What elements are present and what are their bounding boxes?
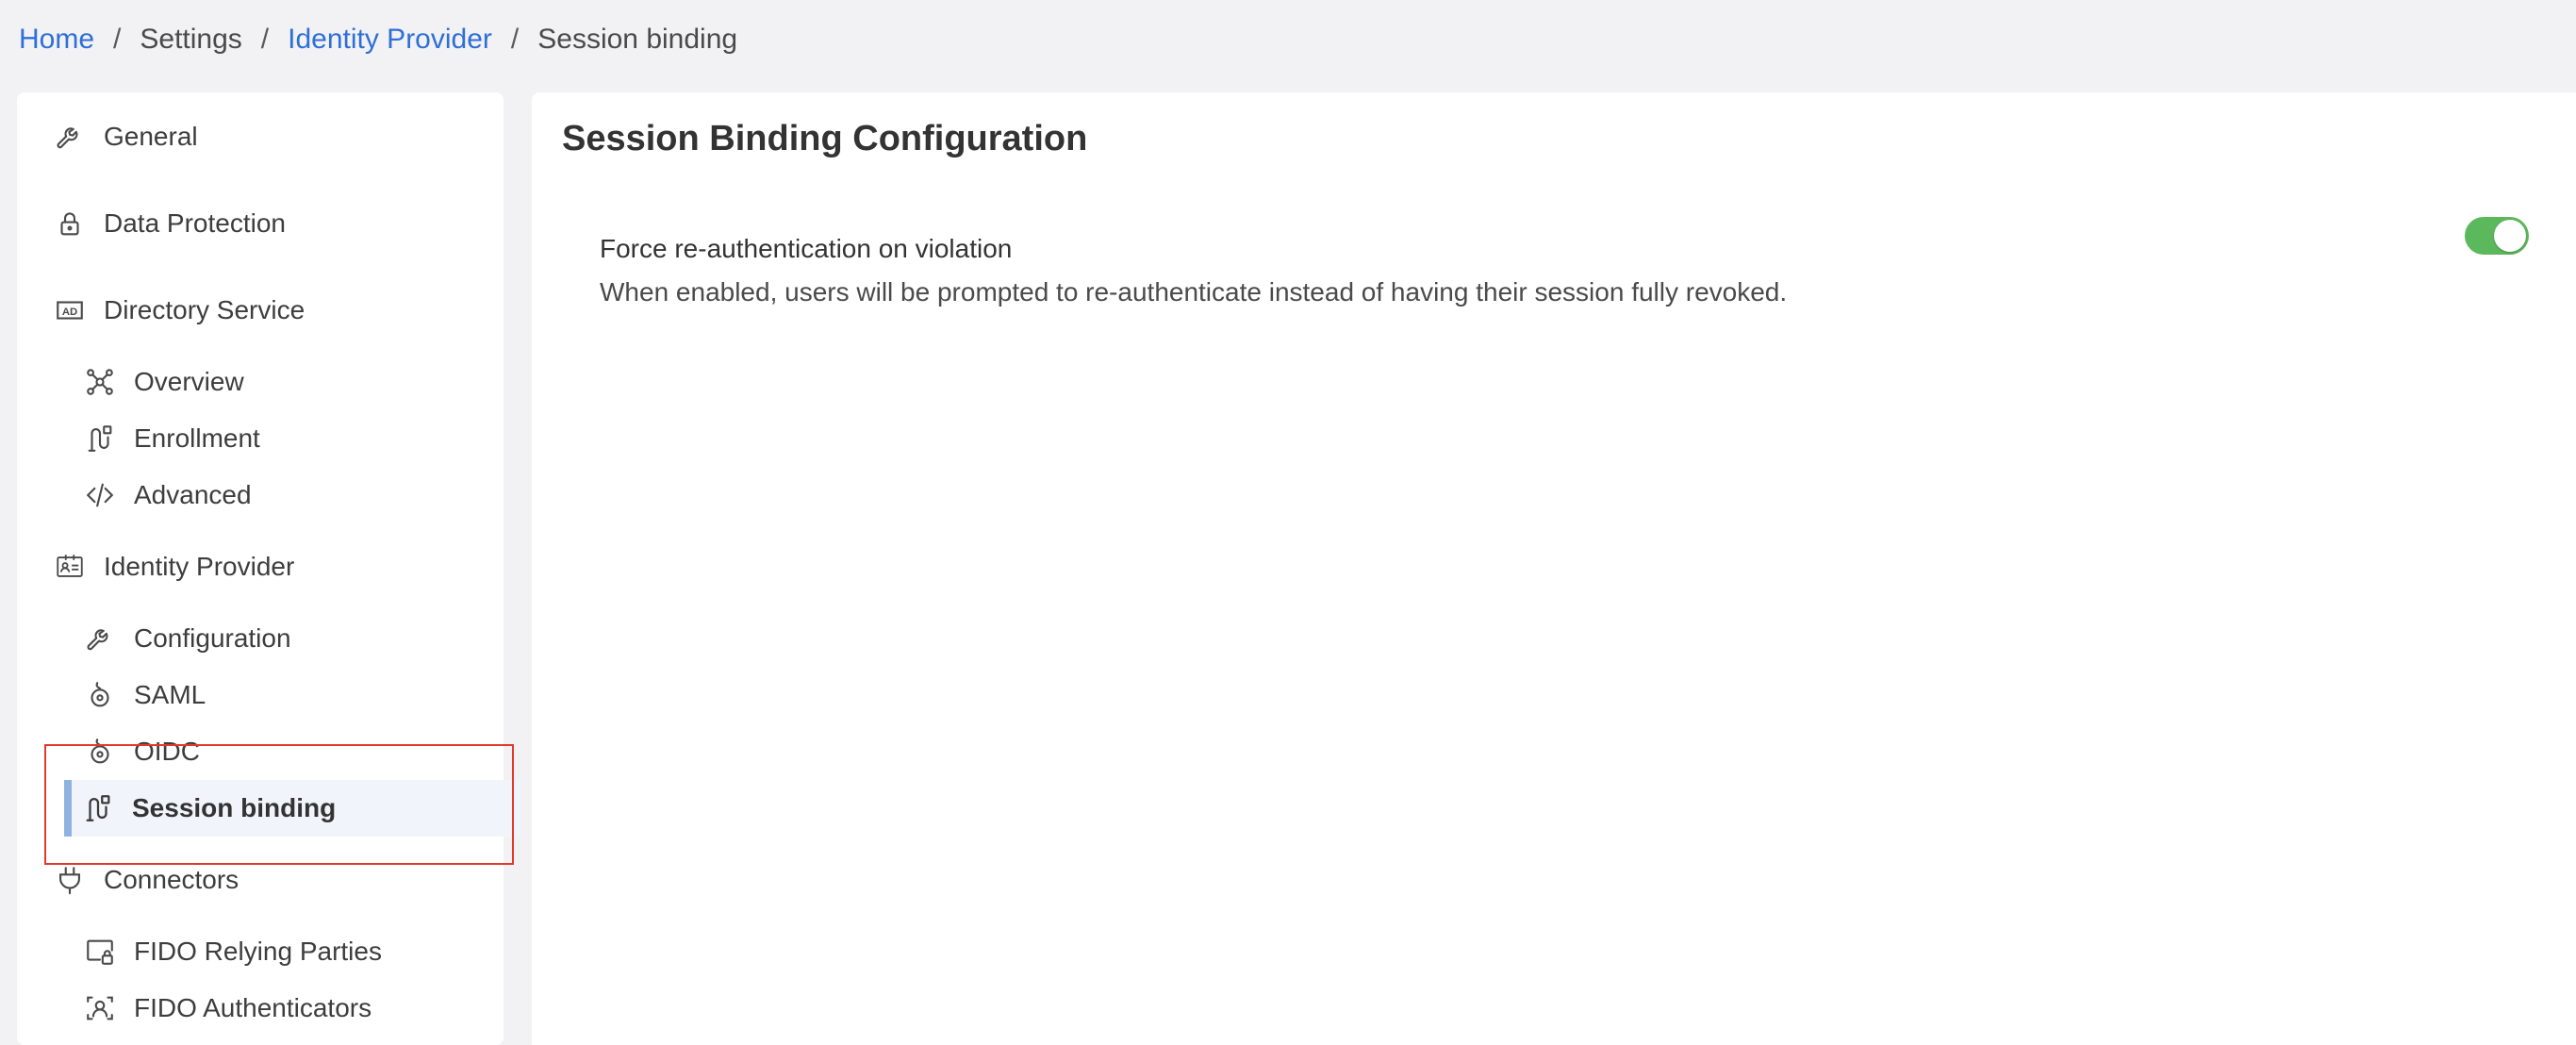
wrench-icon xyxy=(51,118,89,156)
openid-icon xyxy=(81,676,119,714)
breadcrumb-separator: / xyxy=(510,24,520,55)
sidebar-item-label: Overview xyxy=(134,367,244,396)
sidebar-item-label: OIDC xyxy=(134,737,200,766)
sidebar-item-connectors[interactable]: Connectors xyxy=(17,852,504,908)
breadcrumb: Home / Settings / Identity Provider / Se… xyxy=(19,17,737,62)
sidebar-item-label: Data Protection xyxy=(104,208,286,238)
wrench-icon xyxy=(81,620,119,657)
flow-icon xyxy=(79,789,117,827)
sidebar-item-saml[interactable]: SAML xyxy=(17,667,504,723)
breadcrumb-home-link[interactable]: Home xyxy=(19,24,94,56)
sidebar-item-label: Identity Provider xyxy=(104,552,295,581)
face-scan-icon xyxy=(81,989,119,1027)
sidebar-item-oidc[interactable]: OIDC xyxy=(17,723,504,780)
sidebar-item-enrollment[interactable]: Enrollment xyxy=(17,410,504,467)
sidebar-item-configuration[interactable]: Configuration xyxy=(17,610,504,667)
main-panel: Session Binding Configuration Force re-a… xyxy=(532,92,2576,1045)
breadcrumb-separator: / xyxy=(260,24,270,55)
breadcrumb-settings: Settings xyxy=(140,24,242,55)
sidebar-item-overview[interactable]: Overview xyxy=(17,354,504,410)
sidebar-item-directory-service[interactable]: AD Directory Service xyxy=(17,282,504,339)
sidebar-item-fido-authenticators[interactable]: FIDO Authenticators xyxy=(17,980,504,1037)
active-indicator xyxy=(64,780,72,837)
breadcrumb-identity-provider-link[interactable]: Identity Provider xyxy=(288,24,492,56)
openid-icon xyxy=(81,733,119,771)
plug-icon xyxy=(51,861,89,899)
sidebar-item-label: FIDO Authenticators xyxy=(134,993,372,1022)
sidebar-item-data-protection[interactable]: Data Protection xyxy=(17,195,504,252)
code-icon xyxy=(81,476,119,514)
sidebar-item-label: Directory Service xyxy=(104,295,305,324)
sidebar: General Data Protection AD Directory Ser… xyxy=(17,92,520,1045)
sidebar-item-label: General xyxy=(104,122,198,151)
sidebar-item-identity-provider[interactable]: Identity Provider xyxy=(17,539,504,595)
force-reauth-toggle[interactable] xyxy=(2465,217,2529,255)
sidebar-item-label: Connectors xyxy=(104,865,239,894)
sidebar-item-label: Enrollment xyxy=(134,423,260,453)
sidebar-item-label: Advanced xyxy=(134,480,252,509)
setting-description: When enabled, users will be prompted to … xyxy=(600,277,1788,307)
sidebar-item-label: Configuration xyxy=(134,623,291,653)
sidebar-item-label: Session binding xyxy=(132,793,337,822)
toggle-knob xyxy=(2494,220,2526,252)
breadcrumb-separator: / xyxy=(113,24,122,55)
network-icon xyxy=(81,363,119,401)
svg-text:AD: AD xyxy=(62,307,77,318)
monitor-lock-icon xyxy=(81,933,119,970)
setting-label: Force re-authentication on violation xyxy=(600,234,1013,263)
breadcrumb-current: Session binding xyxy=(537,24,738,55)
lock-icon xyxy=(51,205,89,242)
flow-icon xyxy=(81,420,119,457)
sidebar-item-fido-relying-parties[interactable]: FIDO Relying Parties xyxy=(17,923,504,980)
sidebar-item-label: FIDO Relying Parties xyxy=(134,937,382,966)
ad-icon: AD xyxy=(51,291,89,329)
sidebar-item-advanced[interactable]: Advanced xyxy=(17,467,504,523)
sidebar-item-label: SAML xyxy=(134,680,206,709)
id-card-icon xyxy=(51,548,89,586)
sidebar-item-session-binding[interactable]: Session binding xyxy=(64,780,520,837)
page-title: Session Binding Configuration xyxy=(562,119,1088,158)
sidebar-item-general[interactable]: General xyxy=(17,108,504,165)
